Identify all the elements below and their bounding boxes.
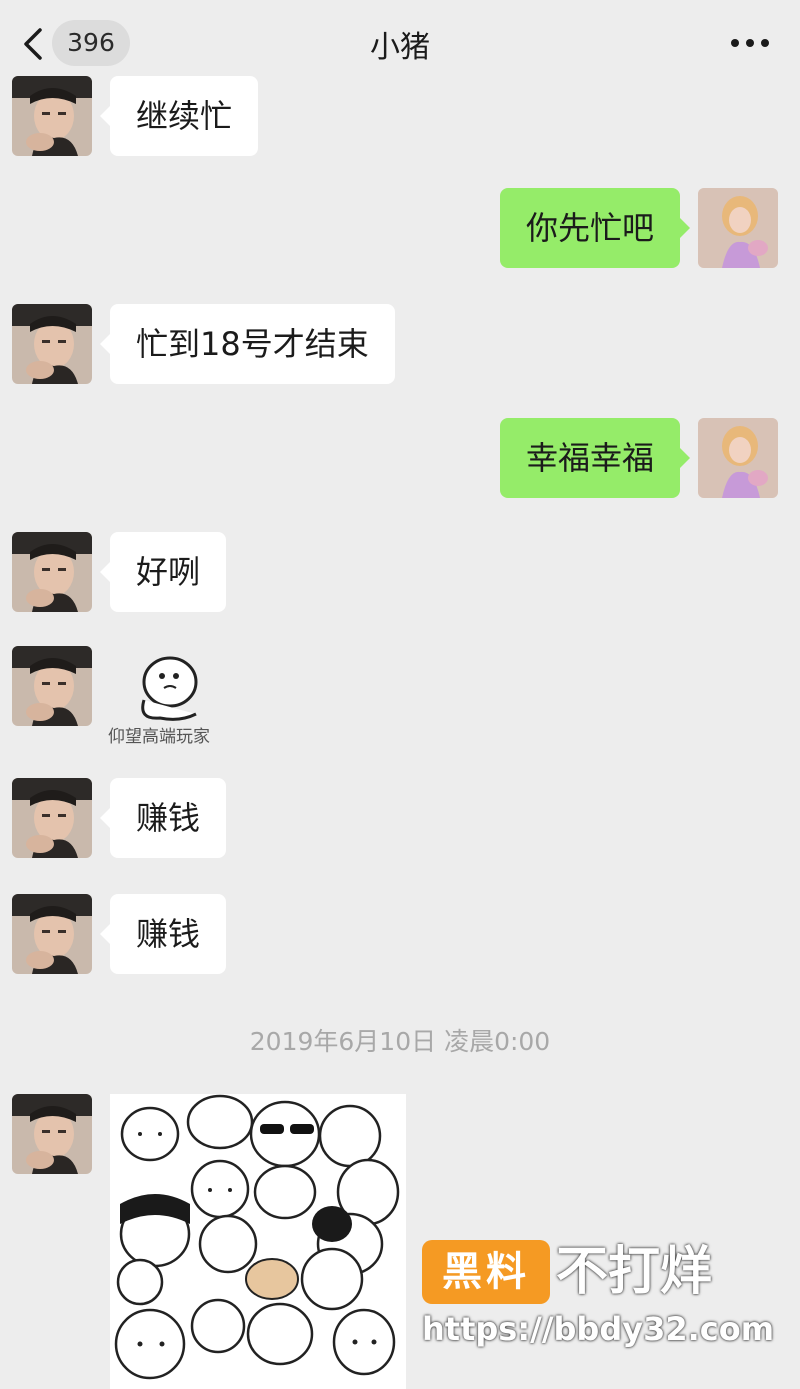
contact-avatar[interactable] <box>12 532 92 612</box>
image-message[interactable] <box>110 1094 406 1389</box>
incoming-message-bubble[interactable]: 忙到18号才结束 <box>100 304 395 384</box>
watermark-url: https://bbdy32.com <box>422 1310 775 1348</box>
self-avatar[interactable] <box>698 418 778 498</box>
contact-avatar[interactable] <box>12 778 92 858</box>
incoming-message-bubble[interactable]: 赚钱 <box>99 894 227 974</box>
outgoing-message-bubble[interactable]: 你先忙吧 <box>499 188 691 268</box>
self-avatar[interactable] <box>698 188 778 268</box>
chat-title: 小猪 <box>370 30 430 65</box>
contact-avatar[interactable] <box>12 894 92 974</box>
contact-avatar[interactable] <box>12 304 92 384</box>
chat-header: 396 小猪 <box>0 0 800 84</box>
contact-avatar[interactable] <box>12 76 92 156</box>
outgoing-message-bubble[interactable]: 幸福幸福 <box>499 418 691 498</box>
contact-avatar[interactable] <box>12 1094 92 1174</box>
watermark: 黑料 不打烊 https://bbdy32.com <box>422 1240 782 1360</box>
watermark-text: 不打烊 <box>556 1242 713 1302</box>
incoming-message-bubble[interactable]: 好咧 <box>99 532 227 612</box>
incoming-message-bubble[interactable]: 继续忙 <box>99 76 259 156</box>
more-dots-icon[interactable] <box>730 38 770 48</box>
chat-timestamp: 2019年6月10日 凌晨0:00 <box>249 1027 551 1056</box>
watermark-logo-box: 黑料 <box>422 1240 550 1304</box>
contact-avatar[interactable] <box>12 646 92 726</box>
sticker-caption: 仰望高端玩家 <box>108 727 210 747</box>
incoming-message-bubble[interactable]: 赚钱 <box>99 778 227 858</box>
